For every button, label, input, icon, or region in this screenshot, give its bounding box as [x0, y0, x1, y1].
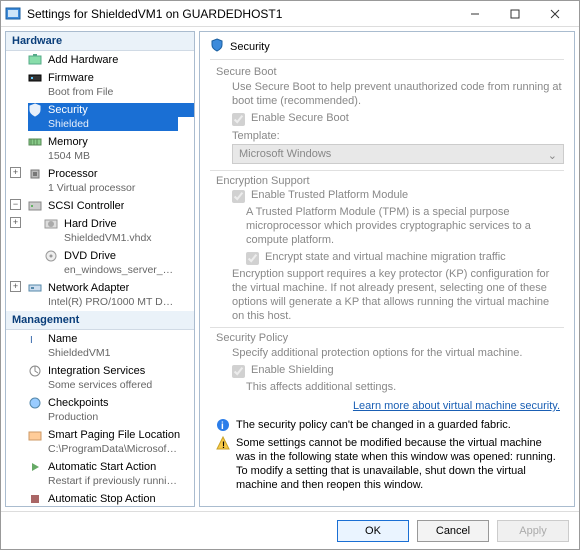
tree-smart-paging[interactable]: Smart Paging File Location C:\ProgramDat…: [6, 426, 194, 458]
secpol-desc: Specify additional protection options fo…: [232, 346, 564, 360]
tree-scsi[interactable]: − SCSI Controller: [6, 197, 194, 215]
group-security-policy: Security Policy: [216, 332, 564, 344]
info-icon: i: [216, 418, 230, 432]
shield-icon: [28, 103, 42, 117]
template-label: Template:: [232, 130, 564, 142]
network-icon: [28, 281, 42, 295]
tree-firmware[interactable]: Firmware Boot from File: [6, 69, 194, 101]
tree-checkpoints[interactable]: Checkpoints Production: [6, 394, 194, 426]
enable-tpm-checkbox: Enable Trusted Platform Module: [232, 189, 564, 203]
warning-icon: !: [216, 436, 230, 450]
group-secure-boot: Secure Boot: [216, 66, 564, 78]
memory-icon: [28, 135, 42, 149]
checkpoint-icon: [28, 396, 42, 410]
encrypt-state-input: [246, 252, 259, 265]
close-button[interactable]: [535, 2, 575, 26]
services-icon: [28, 364, 42, 378]
firmware-icon: [28, 71, 42, 85]
cancel-button[interactable]: Cancel: [417, 520, 489, 542]
controller-icon: [28, 199, 42, 213]
tree-auto-start[interactable]: Automatic Start Action Restart if previo…: [6, 458, 194, 490]
pane-header: Security: [210, 38, 564, 60]
tree-hard-drive[interactable]: + Hard Drive ShieldedVM1.vhdx: [6, 215, 194, 247]
encrypt-state-checkbox: Encrypt state and virtual machine migrat…: [246, 251, 564, 265]
window-title: Settings for ShieldedVM1 on GUARDEDHOST1: [27, 7, 455, 21]
svg-text:i: i: [221, 421, 224, 432]
minimize-button[interactable]: [455, 2, 495, 26]
info-message: i The security policy can't be changed i…: [216, 418, 558, 432]
tree-processor[interactable]: + Processor 1 Virtual processor: [6, 165, 194, 197]
tpm-desc: A Trusted Platform Module (TPM) is a spe…: [246, 205, 564, 247]
expand-toggle[interactable]: +: [10, 217, 21, 228]
tree-security[interactable]: Security Shielded: [6, 101, 194, 133]
settings-icon: [5, 6, 21, 22]
pane-title: Security: [230, 41, 270, 53]
collapse-toggle[interactable]: −: [10, 199, 21, 210]
name-icon: I: [28, 332, 42, 346]
security-pane: Security Secure Boot Use Secure Boot to …: [199, 31, 575, 507]
enable-secure-boot-checkbox: Enable Secure Boot: [232, 112, 564, 126]
processor-icon: [28, 167, 42, 181]
enable-shielding-input: [232, 365, 245, 378]
warning-message: ! Some settings cannot be modified becau…: [216, 436, 558, 492]
expand-toggle[interactable]: +: [10, 281, 21, 292]
expand-toggle[interactable]: +: [10, 167, 21, 178]
tree-name[interactable]: IName ShieldedVM1: [6, 330, 194, 362]
ok-button[interactable]: OK: [337, 520, 409, 542]
chevron-down-icon: ⌄: [548, 149, 557, 162]
enable-tpm-input: [232, 190, 245, 203]
group-encryption: Encryption Support: [216, 175, 564, 187]
tree-auto-stop[interactable]: Automatic Stop Action Save: [6, 490, 194, 507]
tree-add-hardware[interactable]: Add Hardware: [6, 51, 194, 69]
section-hardware: Hardware: [6, 32, 194, 51]
title-bar: Settings for ShieldedVM1 on GUARDEDHOST1: [1, 1, 579, 27]
tree-memory[interactable]: Memory 1504 MB: [6, 133, 194, 165]
tree-dvd-drive[interactable]: DVD Drive en_windows_server_2016_x6...: [6, 247, 194, 279]
apply-button[interactable]: Apply: [497, 520, 569, 542]
svg-text:I: I: [30, 335, 33, 346]
start-action-icon: [28, 460, 42, 474]
settings-tree[interactable]: Hardware Add Hardware Firmware Boot from…: [5, 31, 195, 507]
dvd-icon: [44, 249, 58, 263]
add-hardware-icon: [28, 53, 42, 67]
hard-drive-icon: [44, 217, 58, 231]
svg-text:!: !: [222, 440, 225, 450]
stop-action-icon: [28, 492, 42, 506]
shielding-desc: This affects additional settings.: [246, 380, 564, 394]
tree-network-adapter[interactable]: + Network Adapter Intel(R) PRO/1000 MT D…: [6, 279, 194, 311]
section-management: Management: [6, 311, 194, 330]
maximize-button[interactable]: [495, 2, 535, 26]
template-dropdown: Microsoft Windows ⌄: [232, 144, 564, 164]
enable-secure-boot-input: [232, 113, 245, 126]
secure-boot-desc: Use Secure Boot to help prevent unauthor…: [232, 80, 564, 108]
info-text: The security policy can't be changed in …: [236, 418, 511, 432]
enable-shielding-checkbox: Enable Shielding: [232, 364, 564, 378]
learn-more-link[interactable]: Learn more about virtual machine securit…: [214, 400, 560, 412]
warning-text: Some settings cannot be modified because…: [236, 436, 558, 492]
encryption-desc: Encryption support requires a key protec…: [232, 267, 564, 323]
dialog-footer: OK Cancel Apply: [1, 511, 579, 549]
tree-integration-services[interactable]: Integration Services Some services offer…: [6, 362, 194, 394]
shield-icon: [210, 38, 224, 55]
folder-icon: [28, 428, 42, 442]
